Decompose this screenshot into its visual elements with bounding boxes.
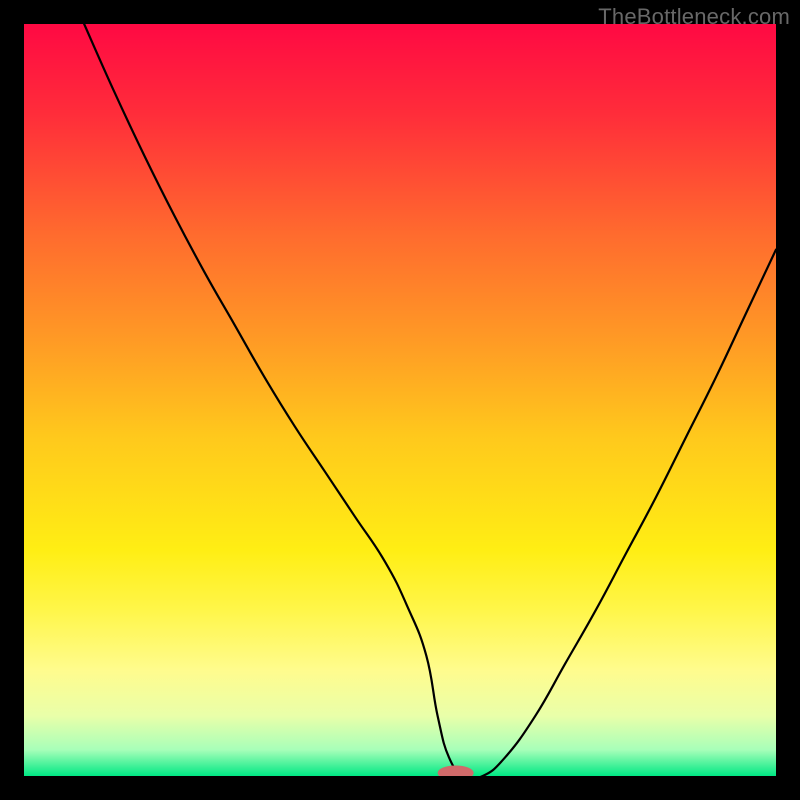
watermark-label: TheBottleneck.com xyxy=(598,4,790,30)
gradient-background xyxy=(24,24,776,776)
chart-container: TheBottleneck.com xyxy=(0,0,800,800)
chart-svg xyxy=(24,24,776,776)
plot-area xyxy=(24,24,776,776)
